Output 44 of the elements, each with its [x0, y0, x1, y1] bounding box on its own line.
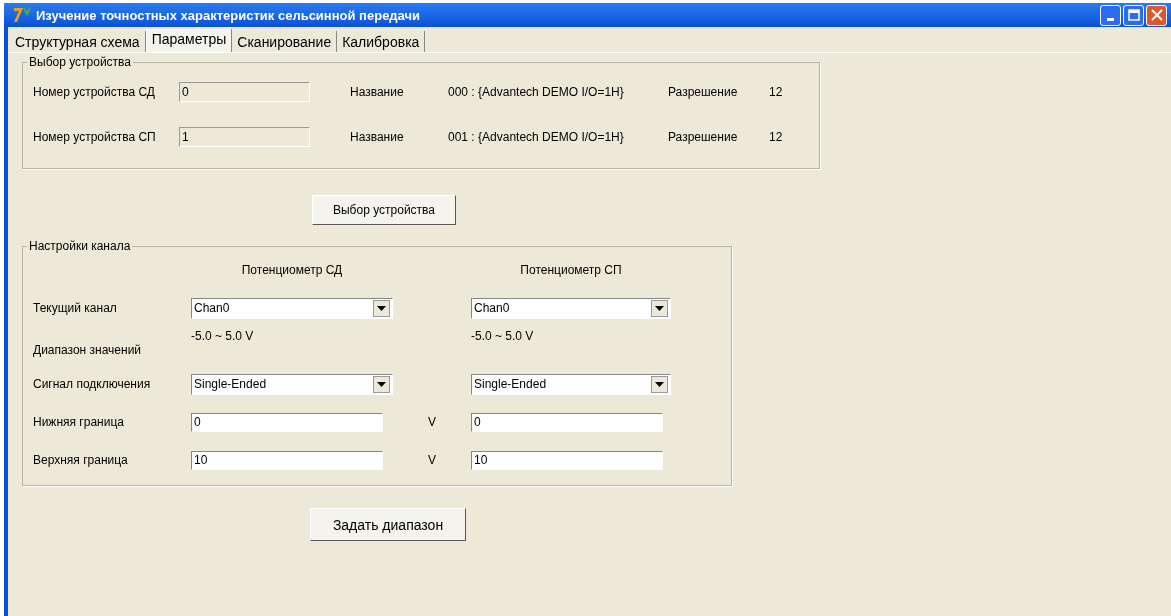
resolution-value: 12: [769, 85, 783, 99]
field-label: Разрешение: [668, 85, 739, 99]
field-label: Текущий канал: [33, 300, 118, 317]
minimize-icon: [1107, 17, 1114, 21]
group-title: Выбор устройства: [28, 55, 132, 69]
input-field[interactable]: 10: [471, 450, 663, 470]
maximize-button[interactable]: [1123, 4, 1144, 26]
input-field[interactable]: 0: [179, 82, 310, 102]
field-label: Сигнал подключения: [33, 376, 152, 393]
column-header: Потенциометр СП: [519, 262, 623, 279]
field-label: Номер устройства СП: [33, 130, 157, 144]
range-value: -5.0 ~ 5.0 V: [191, 328, 255, 343]
dropdown[interactable]: Chan0: [191, 297, 393, 319]
input-field[interactable]: 1: [179, 127, 310, 147]
dropdown[interactable]: Chan0: [471, 297, 671, 319]
field-label: Разрешение: [668, 130, 739, 144]
dropdown[interactable]: Single-Ended: [471, 373, 671, 395]
column-header: Потенциометр СД: [240, 262, 344, 279]
input-field[interactable]: 10: [191, 450, 383, 470]
unit-label: V: [427, 415, 437, 429]
select-device-button[interactable]: Выбор устройства: [312, 195, 456, 225]
device-name: 000 : {Advantech DEMO I/O=1H}: [448, 85, 625, 99]
field-label: Диапазон значений: [33, 342, 143, 359]
resolution-value: 12: [769, 130, 783, 144]
field-label: Название: [350, 85, 405, 99]
unit-label: V: [427, 453, 437, 467]
input-field[interactable]: 0: [471, 412, 663, 432]
close-button[interactable]: [1146, 4, 1167, 26]
close-icon: [1150, 9, 1163, 21]
set-range-button[interactable]: Задать диапазон: [310, 508, 466, 541]
range-value: -5.0 ~ 5.0 V: [471, 328, 535, 343]
field-label: Верхняя граница: [33, 452, 129, 469]
app-icon: [12, 6, 32, 24]
field-label: Нижняя граница: [33, 414, 125, 431]
field-label: Номер устройства СД: [33, 85, 156, 99]
minimize-button[interactable]: [1100, 4, 1121, 26]
maximize-icon: [1127, 9, 1140, 21]
device-name: 001 : {Advantech DEMO I/O=1H}: [448, 130, 625, 144]
tab[interactable]: Параметры: [145, 29, 233, 52]
window-title: Изучение точностных характеристик сельсинной передачи: [36, 7, 422, 23]
group-title: Настройки канала: [28, 239, 132, 253]
dropdown[interactable]: Single-Ended: [191, 373, 393, 395]
input-field[interactable]: 0: [191, 412, 383, 432]
field-label: Название: [350, 130, 405, 144]
